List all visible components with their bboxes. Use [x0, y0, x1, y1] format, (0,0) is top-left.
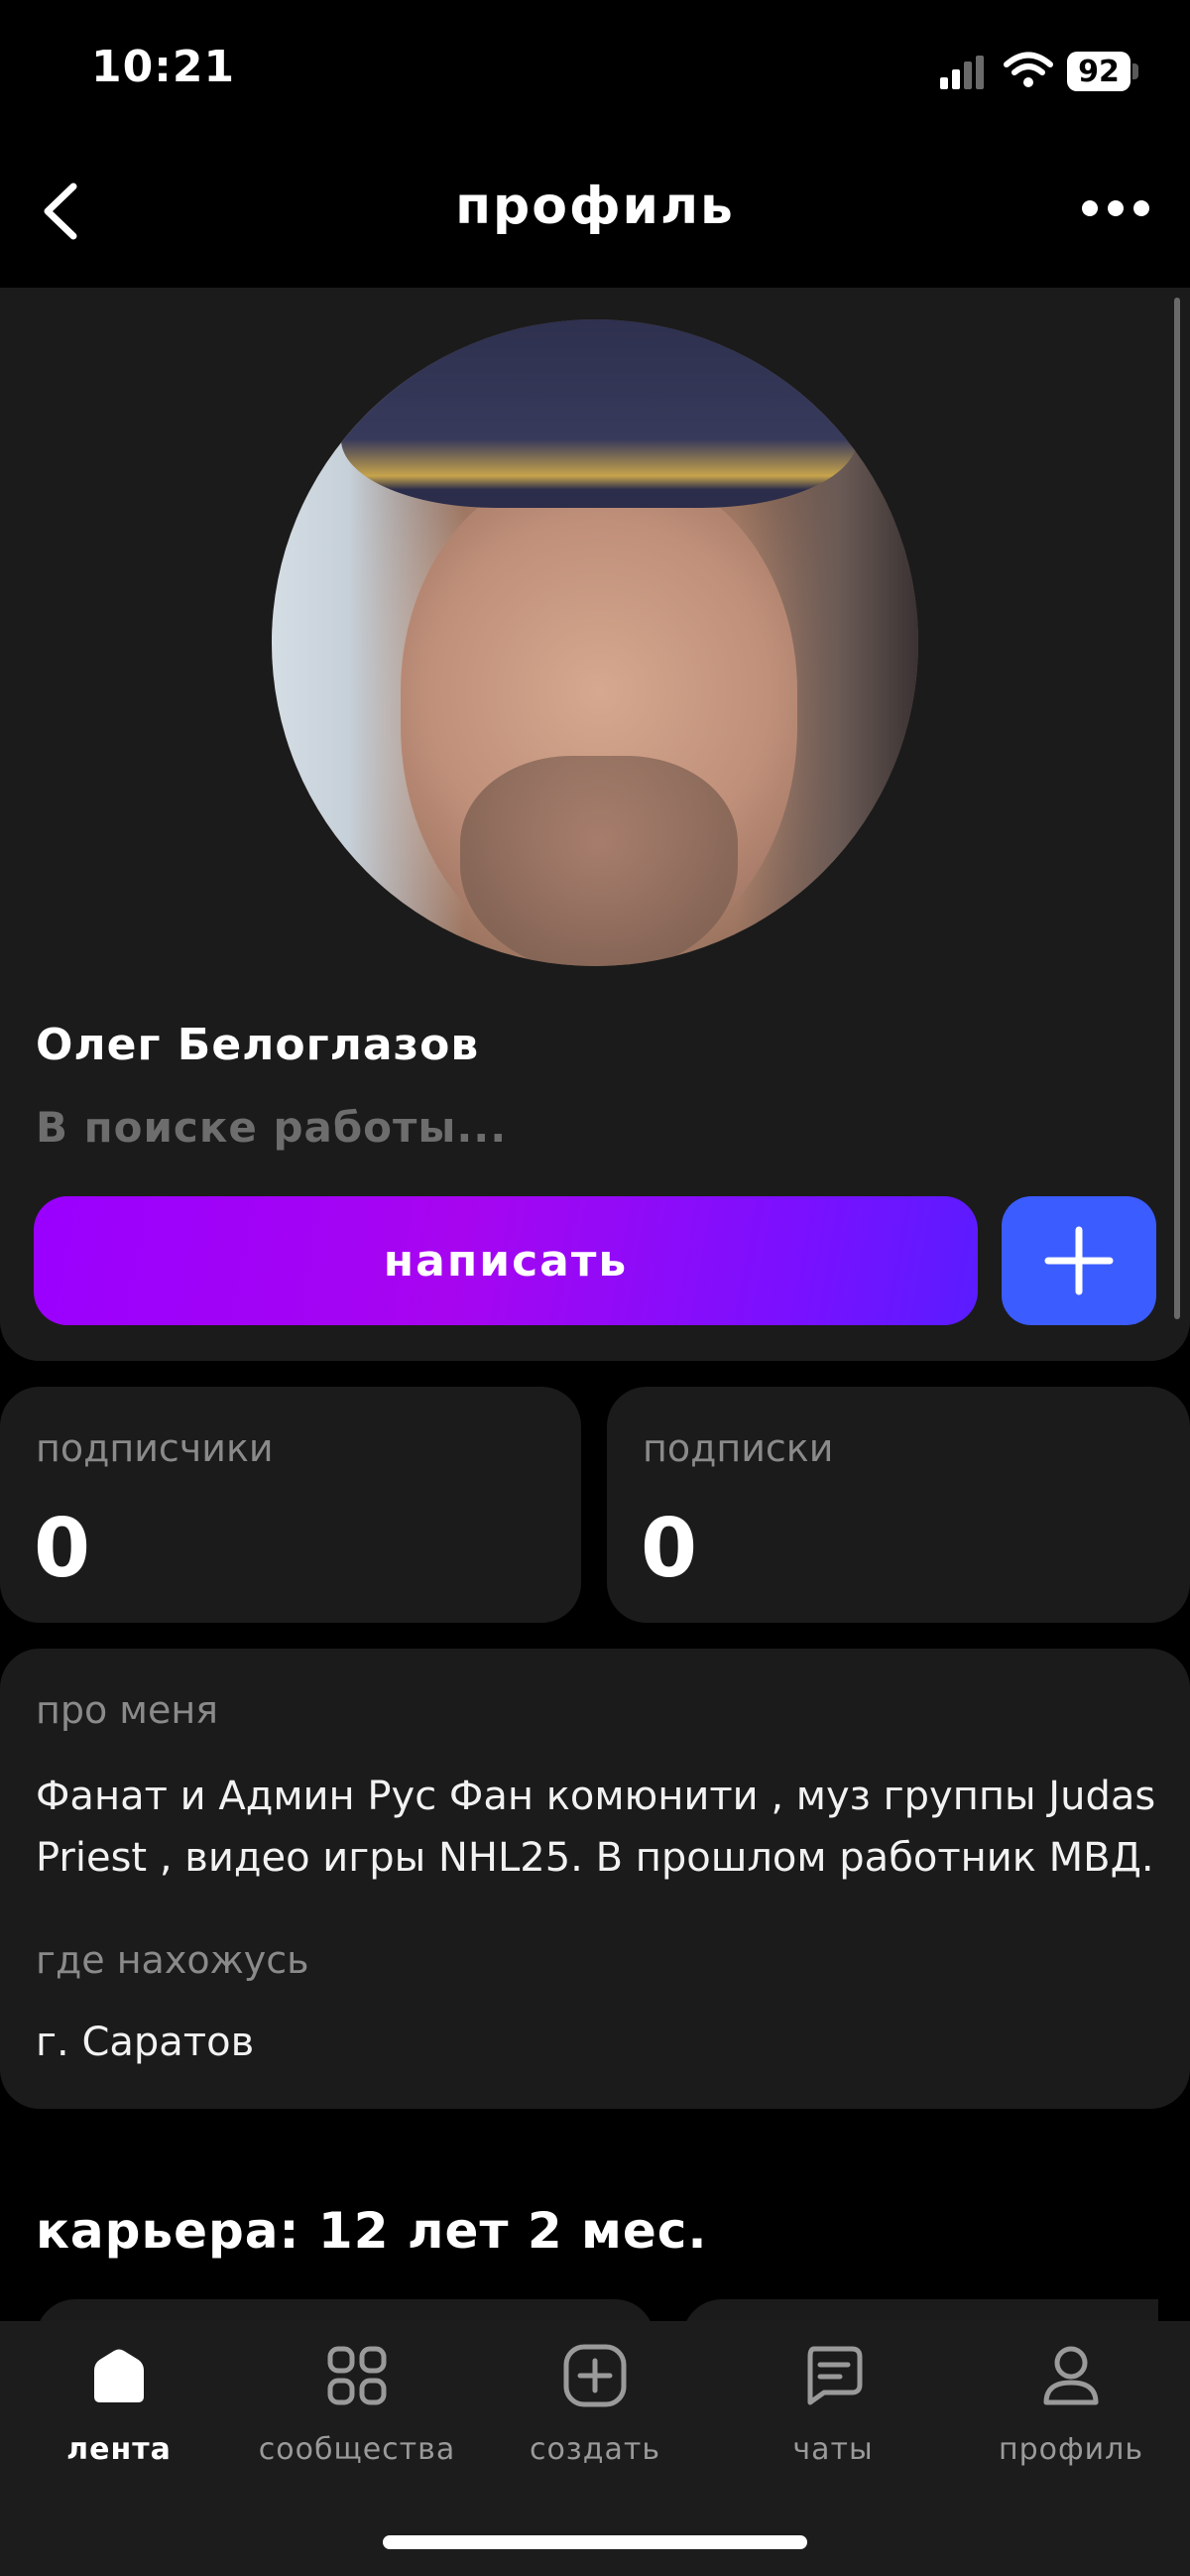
tab-communities[interactable]: сообщества: [238, 2341, 476, 2480]
add-friend-button[interactable]: [1002, 1196, 1156, 1325]
following-count: 0: [641, 1502, 698, 1596]
followers-count: 0: [34, 1502, 91, 1596]
followers-card[interactable]: подписчики 0: [0, 1387, 581, 1623]
tab-profile-label: профиль: [998, 2432, 1143, 2467]
tab-profile[interactable]: профиль: [952, 2341, 1190, 2480]
career-title: карьера: 12 лет 2 мес.: [36, 2202, 708, 2260]
battery-indicator: 92: [1067, 52, 1130, 91]
avatar[interactable]: [272, 319, 918, 966]
plus-square-icon: [563, 2344, 627, 2407]
more-dot: [1082, 200, 1098, 216]
scrollbar[interactable]: [1174, 298, 1180, 1319]
user-status: В поиске работы...: [36, 1103, 508, 1152]
home-indicator[interactable]: [383, 2535, 807, 2549]
tab-create-label: создать: [529, 2432, 661, 2467]
more-dot: [1108, 200, 1124, 216]
wifi-icon: [1004, 52, 1053, 87]
about-text: Фанат и Админ Рус Фан комюнити , муз гру…: [36, 1774, 1156, 1881]
tab-chats-label: чаты: [792, 2432, 874, 2467]
location-label: где нахожусь: [36, 1938, 309, 1982]
following-card[interactable]: подписки 0: [607, 1387, 1190, 1623]
following-label: подписки: [643, 1426, 834, 1470]
avatar-cap: [341, 319, 857, 508]
tab-feed[interactable]: лента: [0, 2341, 238, 2480]
plus-icon: [1044, 1226, 1114, 1295]
location-value: г. Саратов: [36, 2020, 255, 2065]
home-icon: [94, 2349, 144, 2402]
page-title: профиль: [455, 177, 735, 236]
chat-icon: [807, 2346, 863, 2405]
cellular-signal-icon: [940, 56, 984, 89]
user-name: Олег Белоглазов: [36, 1020, 480, 1070]
tab-chats[interactable]: чаты: [714, 2341, 952, 2480]
user-icon: [1043, 2346, 1099, 2405]
followers-label: подписчики: [36, 1426, 274, 1470]
about-label: про меня: [36, 1688, 219, 1732]
more-options-button[interactable]: [1071, 188, 1160, 228]
battery-tip: [1132, 63, 1138, 79]
tab-communities-label: сообщества: [258, 2432, 456, 2467]
avatar-beard: [460, 756, 738, 966]
more-dot: [1133, 200, 1149, 216]
tab-create[interactable]: создать: [476, 2341, 714, 2480]
tab-feed-label: лента: [66, 2432, 172, 2467]
write-message-button[interactable]: написать: [34, 1196, 978, 1325]
grid-icon: [327, 2346, 387, 2405]
about-card: про меня Фанат и Админ Рус Фан комюнити …: [0, 1649, 1190, 2109]
status-time: 10:21: [91, 42, 236, 92]
